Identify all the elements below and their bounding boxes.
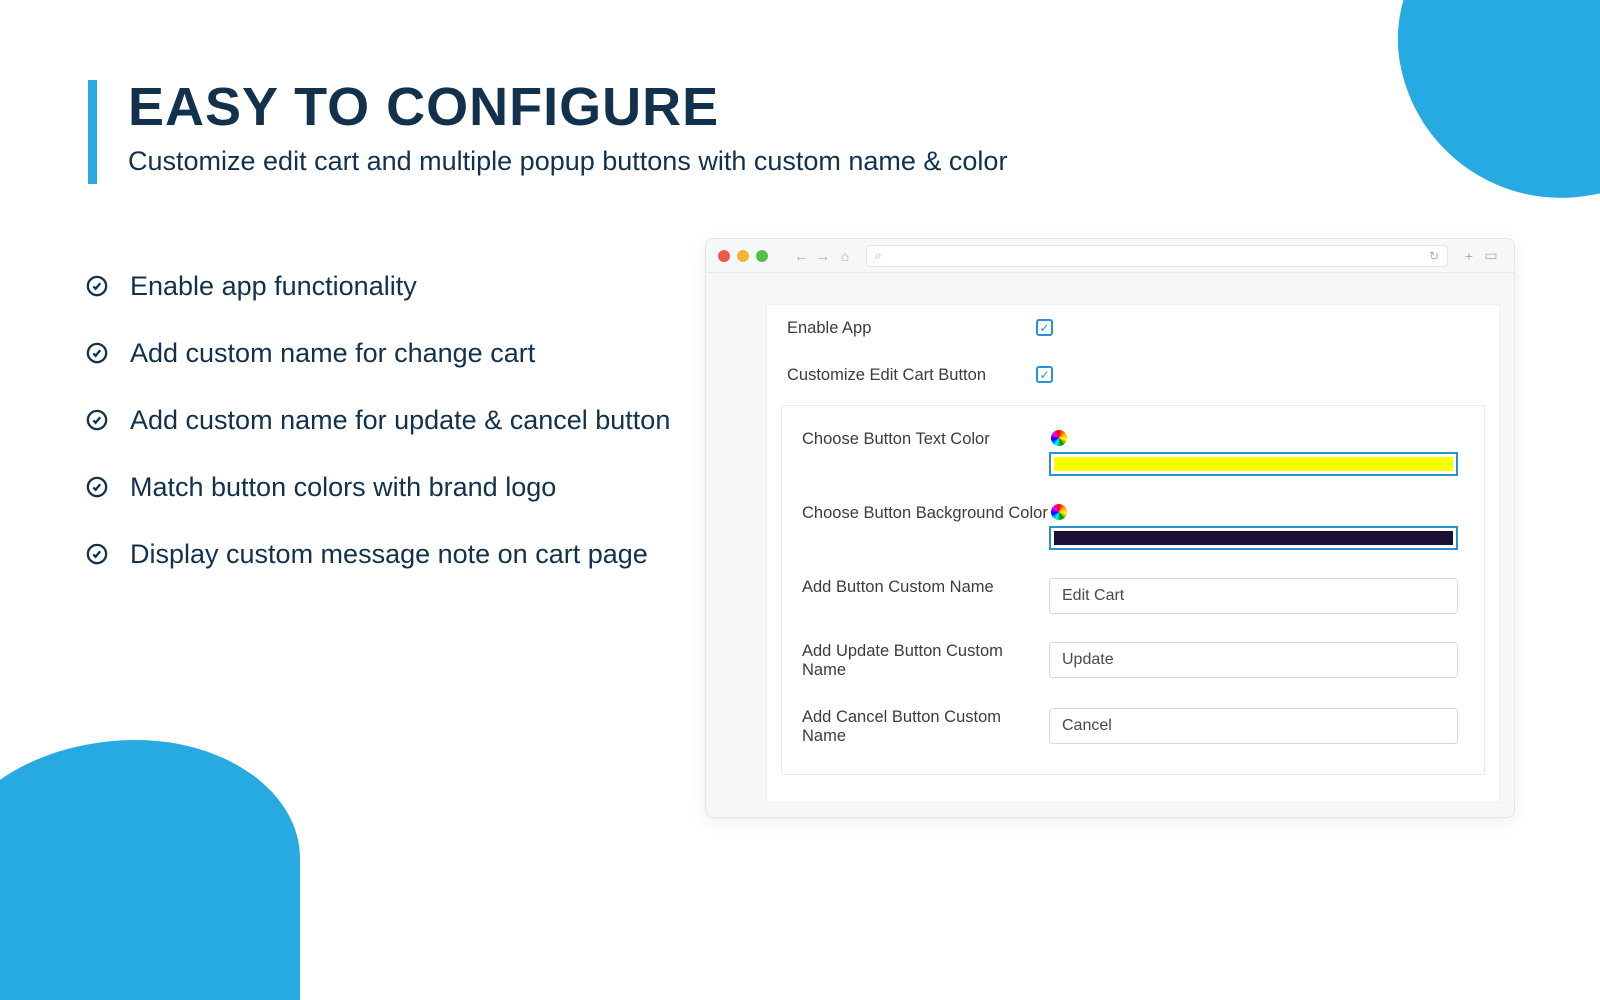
decorative-blob-top-right [1376,0,1600,224]
feature-item: Display custom message note on cart page [86,538,686,571]
feature-item: Match button colors with brand logo [86,471,686,504]
enable-app-label: Enable App [779,319,1034,338]
cancel-button-name-label: Add Cancel Button Custom Name [794,708,1049,746]
row-bg-color: Choose Button Background Color [782,490,1484,564]
customize-edit-cart-checkbox[interactable]: ✓ [1036,366,1053,383]
feature-text: Add custom name for change cart [130,337,535,370]
browser-window: ← → ⌂ ⌕ ↻ + ▭ Enable App ✓ Customize Edi… [705,238,1515,818]
check-circle-icon [86,409,108,431]
row-text-color: Choose Button Text Color [782,416,1484,490]
row-cancel-name: Add Cancel Button Custom Name [782,694,1484,760]
button-custom-name-label: Add Button Custom Name [794,578,1049,597]
color-wheel-icon[interactable] [1051,504,1067,520]
row-update-name: Add Update Button Custom Name [782,628,1484,694]
button-custom-name-input[interactable] [1049,578,1458,614]
address-bar[interactable]: ⌕ ↻ [866,245,1448,267]
reload-icon[interactable]: ↻ [1429,249,1439,263]
feature-text: Display custom message note on cart page [130,538,648,571]
maximize-window-icon[interactable] [756,250,768,262]
row-enable-app: Enable App ✓ [767,305,1499,352]
tabs-button[interactable]: ▭ [1480,245,1502,267]
page-subtitle: Customize edit cart and multiple popup b… [128,146,1007,177]
bg-color-swatch[interactable] [1049,526,1458,550]
bg-color-label: Choose Button Background Color [794,504,1049,523]
feature-text: Add custom name for update & cancel butt… [130,404,670,437]
customize-edit-cart-label: Customize Edit Cart Button [779,366,1034,385]
check-circle-icon [86,342,108,364]
check-circle-icon [86,275,108,297]
feature-list: Enable app functionality Add custom name… [86,270,686,605]
feature-item: Enable app functionality [86,270,686,303]
close-window-icon[interactable] [718,250,730,262]
color-wheel-icon[interactable] [1051,430,1067,446]
text-color-swatch[interactable] [1049,452,1458,476]
check-circle-icon [86,543,108,565]
update-button-name-label: Add Update Button Custom Name [794,642,1049,680]
accent-bar [88,80,97,184]
text-color-label: Choose Button Text Color [794,430,1049,449]
minimize-window-icon[interactable] [737,250,749,262]
nested-config: Choose Button Text Color Choose Button B… [781,405,1485,775]
feature-item: Add custom name for change cart [86,337,686,370]
feature-text: Enable app functionality [130,270,417,303]
forward-button[interactable]: → [812,245,834,267]
browser-toolbar: ← → ⌂ ⌕ ↻ + ▭ [706,239,1514,273]
feature-text: Match button colors with brand logo [130,471,556,504]
new-tab-button[interactable]: + [1458,245,1480,267]
traffic-lights [718,250,768,262]
row-button-name: Add Button Custom Name [782,564,1484,628]
back-button[interactable]: ← [790,245,812,267]
config-panel: Enable App ✓ Customize Edit Cart Button … [766,304,1500,803]
page-title: EASY TO CONFIGURE [128,76,1007,138]
update-button-name-input[interactable] [1049,642,1458,678]
cancel-button-name-input[interactable] [1049,708,1458,744]
enable-app-checkbox[interactable]: ✓ [1036,319,1053,336]
header: EASY TO CONFIGURE Customize edit cart an… [88,76,1007,177]
feature-item: Add custom name for update & cancel butt… [86,404,686,437]
home-button[interactable]: ⌂ [834,245,856,267]
row-customize-button: Customize Edit Cart Button ✓ [767,352,1499,399]
check-circle-icon [86,476,108,498]
decorative-blob-bottom-left [0,740,300,1000]
search-icon: ⌕ [875,248,882,263]
